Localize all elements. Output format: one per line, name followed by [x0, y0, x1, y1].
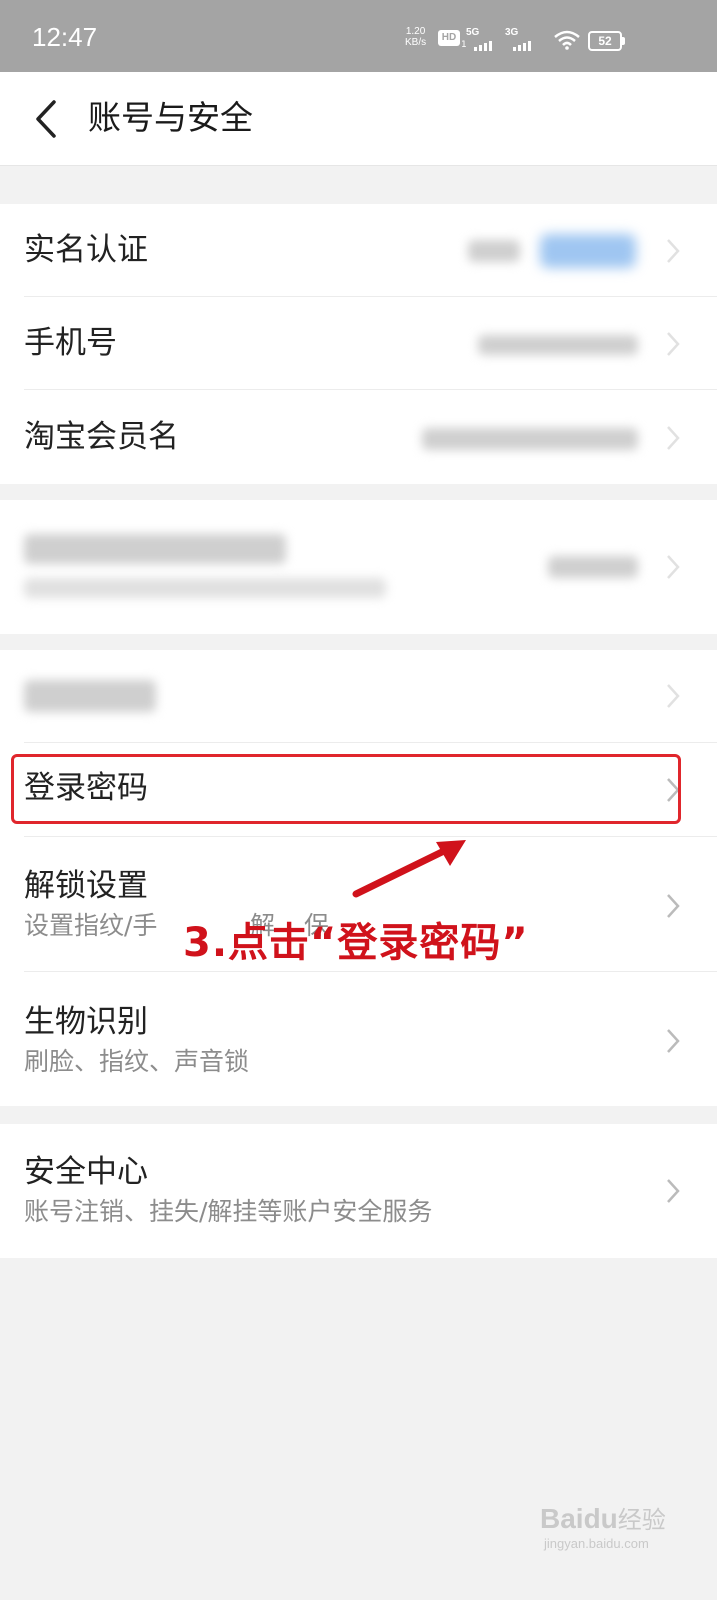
security-center-group: 安全中心 账号注销、挂失/解挂等账户安全服务	[0, 1124, 717, 1258]
phone-value-blurred	[478, 335, 638, 355]
real-name-row[interactable]: 实名认证	[0, 204, 717, 297]
unlock-settings-label: 解锁设置	[24, 868, 148, 904]
security-center-label: 安全中心	[24, 1154, 148, 1190]
hd-badge: HD	[438, 30, 460, 46]
chevron-right-icon	[667, 684, 680, 708]
blurred-subtitle	[24, 578, 386, 598]
nav-bar: 账号与安全	[0, 72, 717, 166]
taobao-member-label: 淘宝会员名	[24, 419, 179, 455]
blurred-value	[548, 556, 638, 578]
watermark-cn: 经验	[617, 1506, 666, 1534]
signal-3g-label: 3G	[505, 27, 519, 38]
net-speed: 1.20 KB/s	[405, 26, 426, 48]
page-title: 账号与安全	[88, 98, 253, 137]
security-center-row[interactable]: 安全中心 账号注销、挂失/解挂等账户安全服务	[0, 1124, 717, 1258]
signal-5g-label: 5G	[466, 27, 480, 38]
blurred-payment-row[interactable]	[0, 650, 717, 742]
status-bar: 12:47 1.20 KB/s HD 1 5G 3G 52	[0, 0, 717, 72]
chevron-right-icon	[667, 332, 680, 356]
biometrics-subtitle: 刷脸、指纹、声音锁	[24, 1047, 250, 1076]
chevron-right-icon	[667, 426, 680, 450]
phone-label: 手机号	[24, 325, 117, 361]
highlight-box	[11, 754, 681, 824]
status-time: 12:47	[32, 22, 98, 52]
blurred-payment-label	[24, 680, 156, 712]
blurred-group	[0, 500, 717, 634]
biometrics-label: 生物识别	[24, 1004, 148, 1040]
unlock-settings-subtitle-left: 设置指纹/手	[24, 911, 158, 940]
net-speed-unit: KB/s	[405, 37, 427, 48]
sim1-label: 1	[461, 40, 467, 50]
annotation-text: 3.点击“登录密码”	[183, 920, 529, 966]
security-center-subtitle: 账号注销、挂失/解挂等账户安全服务	[24, 1197, 433, 1226]
baidu-watermark: Baidu经验 jingyan.baidu.com	[540, 1500, 666, 1551]
net-speed-value: 1.20	[405, 26, 426, 37]
biometrics-row[interactable]: 生物识别 刷脸、指纹、声音锁	[0, 972, 717, 1106]
chevron-right-icon	[667, 1029, 680, 1053]
chevron-right-icon	[667, 239, 680, 263]
watermark-url: jingyan.baidu.com	[544, 1536, 649, 1551]
annotation-arrow-icon	[352, 840, 466, 898]
chevron-right-icon	[667, 894, 680, 918]
taobao-member-row[interactable]: 淘宝会员名	[0, 390, 717, 484]
blurred-title	[24, 534, 286, 564]
watermark-brand: Bai	[540, 1503, 584, 1534]
phone-row[interactable]: 手机号	[0, 297, 717, 390]
watermark-brand2: du	[583, 1503, 618, 1534]
wifi-icon	[554, 30, 580, 50]
real-name-status-blurred	[468, 240, 520, 262]
real-name-badge-blurred	[540, 234, 636, 268]
identity-group: 实名认证 手机号 淘宝会员名	[0, 204, 717, 484]
battery-icon: 52	[588, 31, 625, 51]
chevron-right-icon	[667, 1179, 680, 1203]
blurred-row[interactable]	[0, 500, 717, 634]
taobao-member-value-blurred	[422, 428, 638, 450]
chevron-left-icon[interactable]	[28, 96, 68, 142]
chevron-right-icon	[667, 555, 680, 579]
real-name-label: 实名认证	[24, 232, 148, 268]
